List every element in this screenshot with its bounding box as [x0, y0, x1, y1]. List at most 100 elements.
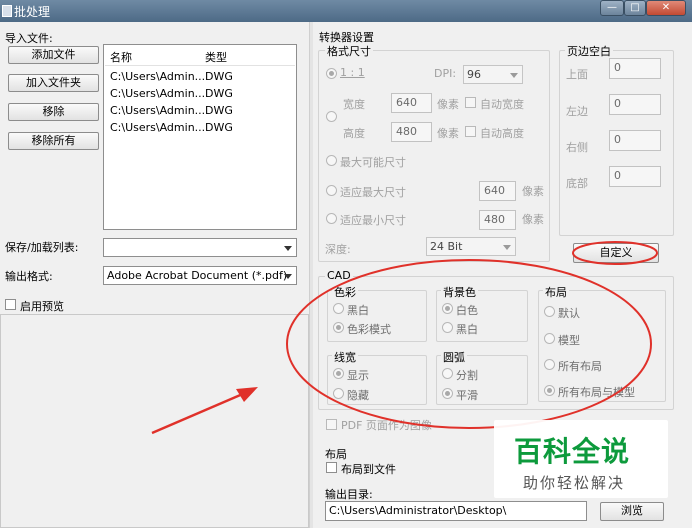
fit-min-input[interactable]: 480 [479, 210, 516, 230]
dpi-value: 96 [467, 68, 481, 81]
radio-linewidth-hide[interactable] [333, 388, 344, 399]
header-divider [105, 65, 295, 66]
file-list[interactable]: 名称 类型 C:\Users\Admin... DWG C:\Users\Adm… [103, 44, 297, 230]
watermark-subtitle: 助你轻松解决 [523, 474, 626, 492]
radio-layout-default[interactable] [544, 306, 555, 317]
fit-min-unit: 像素 [522, 213, 544, 226]
layout-to-file-checkbox[interactable] [326, 462, 337, 473]
chevron-down-icon [284, 274, 292, 279]
auto-height-checkbox[interactable] [465, 126, 476, 137]
width-unit: 像素 [437, 98, 459, 111]
list-item-type[interactable]: DWG [205, 70, 233, 83]
minimize-button[interactable]: — [600, 0, 624, 16]
list-item-name[interactable]: C:\Users\Admin... [110, 121, 205, 134]
radio-layout-all[interactable] [544, 359, 555, 370]
column-header-name[interactable]: 名称 [110, 49, 132, 65]
dpi-label: DPI: [434, 67, 457, 80]
auto-width-checkbox[interactable] [465, 97, 476, 108]
arc-title: 圆弧 [441, 349, 467, 365]
panel-splitter[interactable] [309, 22, 313, 528]
pdf-as-image-label: PDF 页面作为图像 [341, 419, 432, 432]
auto-height-label: 自动高度 [480, 127, 524, 140]
height-label: 高度 [343, 127, 365, 140]
preview-pane [0, 314, 309, 528]
list-item-type[interactable]: DWG [205, 87, 233, 100]
height-input[interactable]: 480 [391, 122, 432, 142]
custom-button[interactable]: 自定义 [573, 243, 659, 263]
browse-button[interactable]: 浏览 [600, 502, 664, 521]
height-unit: 像素 [437, 127, 459, 140]
radio-color-bw[interactable] [333, 303, 344, 314]
width-input[interactable]: 640 [391, 93, 432, 113]
output-format-combo[interactable]: Adobe Acrobat Document (*.pdf) [103, 266, 297, 285]
chevron-down-icon [510, 73, 518, 78]
add-file-button[interactable]: 添加文件 [8, 46, 99, 64]
color-title: 色彩 [332, 284, 358, 300]
layout-section-title: 布局 [325, 448, 347, 461]
margin-right-input[interactable]: 0 [609, 130, 661, 151]
radio-max-possible[interactable] [326, 155, 337, 166]
dpi-combo[interactable]: 96 [463, 65, 523, 84]
radio-color-mode[interactable] [333, 322, 344, 333]
color-mode-label: 色彩模式 [347, 323, 391, 336]
radio-layout-all-model[interactable] [544, 385, 555, 396]
close-icon: ✕ [661, 2, 671, 13]
maximize-icon: □ [630, 2, 640, 13]
radio-custom-size[interactable] [326, 111, 337, 122]
list-item-name[interactable]: C:\Users\Admin... [110, 70, 205, 83]
auto-width-label: 自动宽度 [480, 98, 524, 111]
background-title: 背景色 [441, 284, 478, 300]
arc-split-label: 分割 [456, 369, 478, 382]
linewidth-hide-label: 隐藏 [347, 389, 369, 402]
watermark-title: 百科全说 [514, 435, 631, 468]
window-title: 批处理 [14, 5, 51, 19]
list-item-name[interactable]: C:\Users\Admin... [110, 87, 205, 100]
layout-title: 布局 [543, 284, 569, 300]
radio-arc-smooth[interactable] [442, 388, 453, 399]
margin-left-label: 左边 [566, 105, 588, 118]
import-label: 导入文件: [5, 32, 53, 45]
margin-left-input[interactable]: 0 [609, 94, 661, 115]
column-header-type[interactable]: 类型 [205, 49, 227, 65]
width-label: 宽度 [343, 98, 365, 111]
fit-max-input[interactable]: 640 [479, 181, 516, 201]
bg-bw-label: 黑白 [456, 323, 478, 336]
output-format-label: 输出格式: [5, 270, 53, 283]
remove-button[interactable]: 移除 [8, 103, 99, 121]
margin-top-input[interactable]: 0 [609, 58, 661, 79]
list-item-type[interactable]: DWG [205, 121, 233, 134]
layout-all-label: 所有布局 [558, 360, 602, 373]
layout-to-file-label: 布局到文件 [341, 463, 396, 476]
output-dir-input[interactable]: C:\Users\Administrator\Desktop\ [325, 501, 587, 521]
depth-combo[interactable]: 24 Bit [426, 237, 516, 256]
remove-all-button[interactable]: 移除所有 [8, 132, 99, 150]
margin-bottom-input[interactable]: 0 [609, 166, 661, 187]
minimize-icon: — [607, 2, 617, 13]
fit-min-label: 适应最小尺寸 [340, 214, 406, 227]
arc-smooth-label: 平滑 [456, 389, 478, 402]
save-load-combo[interactable] [103, 238, 297, 257]
radio-linewidth-show[interactable] [333, 368, 344, 379]
preview-checkbox[interactable] [5, 299, 16, 310]
radio-bg-white[interactable] [442, 303, 453, 314]
radio-bg-bw[interactable] [442, 322, 453, 333]
margin-right-label: 右侧 [566, 141, 588, 154]
output-dir-label: 输出目录: [325, 488, 373, 501]
close-button[interactable]: ✕ [646, 0, 686, 16]
fit-max-label: 适应最大尺寸 [340, 186, 406, 199]
radio-layout-model[interactable] [544, 333, 555, 344]
list-item-name[interactable]: C:\Users\Admin... [110, 104, 205, 117]
linewidth-show-label: 显示 [347, 369, 369, 382]
radio-fit-min[interactable] [326, 213, 337, 224]
margins-title: 页边空白 [565, 43, 613, 59]
radio-arc-split[interactable] [442, 368, 453, 379]
radio-fit-max[interactable] [326, 185, 337, 196]
chevron-down-icon [503, 245, 511, 250]
pdf-as-image-checkbox[interactable] [326, 419, 337, 430]
add-folder-button[interactable]: 加入文件夹 [8, 74, 99, 92]
chevron-down-icon [284, 246, 292, 251]
layout-default-label: 默认 [558, 307, 580, 320]
radio-one-to-one[interactable] [326, 68, 337, 79]
maximize-button[interactable]: □ [624, 0, 646, 16]
list-item-type[interactable]: DWG [205, 104, 233, 117]
